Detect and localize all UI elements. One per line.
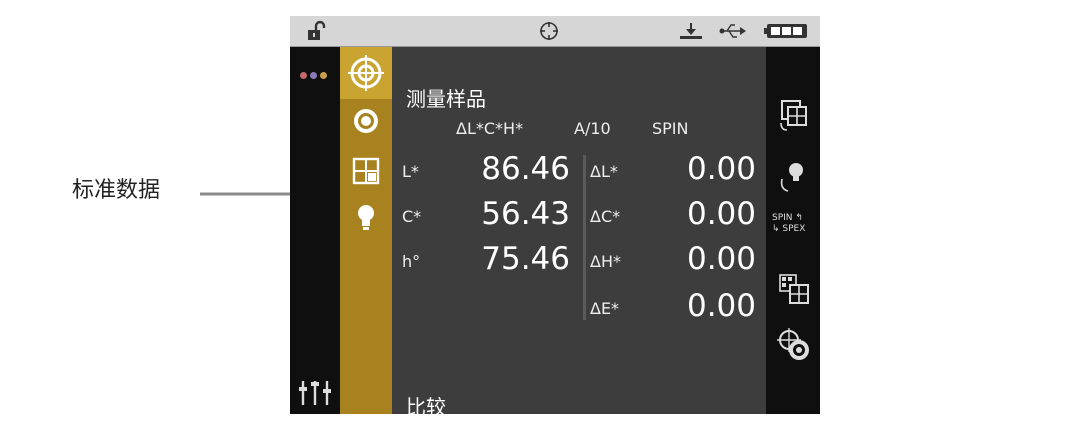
delta-value-h: 0.00 xyxy=(686,241,756,277)
standard-value-l: 86.46 xyxy=(481,151,570,187)
sidebar-item-grid[interactable] xyxy=(346,151,386,191)
page-title: 测量样品 xyxy=(406,87,486,111)
measurement-panel: 测量样品 ΔL*C*H* A/10 SPIN L* 86.46 C* 56.43… xyxy=(392,47,766,414)
status-bar xyxy=(290,16,820,47)
usb-icon[interactable] xyxy=(718,21,746,41)
callout-label: 标准数据 xyxy=(72,178,161,203)
standard-value-h: 75.46 xyxy=(481,241,570,277)
sidebar-item-bulb[interactable] xyxy=(346,198,386,238)
sidebar-item-ring[interactable] xyxy=(346,101,386,141)
ring-icon xyxy=(354,109,378,133)
observer-label[interactable]: A/10 xyxy=(574,119,611,138)
download-icon[interactable] xyxy=(678,21,704,41)
spin-label: SPIN xyxy=(772,213,793,223)
target-measure-icon xyxy=(348,55,384,91)
delta-label-h: ΔH* xyxy=(590,252,621,271)
battery-icon xyxy=(764,24,807,38)
spex-label: SPEX xyxy=(782,224,806,234)
device-screen: 测量样品 ΔL*C*H* A/10 SPIN L* 86.46 C* 56.43… xyxy=(290,16,820,414)
dots-menu-icon[interactable] xyxy=(298,71,332,81)
standard-value-c: 56.43 xyxy=(481,196,570,232)
delta-value-l: 0.00 xyxy=(686,151,756,187)
column-divider xyxy=(583,155,586,320)
standard-label-c: C* xyxy=(402,207,422,226)
right-rail: SPIN ↰ ↳ SPEX xyxy=(766,47,820,414)
grid-icon xyxy=(352,157,380,185)
compare-button[interactable]: 比较 xyxy=(406,391,446,414)
bulb-icon xyxy=(358,205,374,230)
delta-label-e: ΔE* xyxy=(590,299,620,318)
target-swap-icon[interactable] xyxy=(776,327,812,363)
standard-label-h: h° xyxy=(402,252,421,271)
delta-label-l: ΔL* xyxy=(590,162,618,181)
delta-value-c: 0.00 xyxy=(686,196,756,232)
sidebar-item-measure[interactable] xyxy=(340,47,392,99)
rotate-grid-icon[interactable] xyxy=(778,99,810,133)
unlock-icon[interactable] xyxy=(306,20,328,42)
delta-label-c: ΔC* xyxy=(590,207,621,226)
multi-grid-icon[interactable] xyxy=(778,273,810,307)
spec-mode-label[interactable]: SPIN xyxy=(652,119,689,138)
delta-value-e: 0.00 xyxy=(686,288,756,324)
spin-spex-toggle[interactable]: SPIN ↰ ↳ SPEX xyxy=(772,213,818,243)
target-icon[interactable] xyxy=(538,20,560,42)
sliders-icon[interactable] xyxy=(297,379,333,407)
color-mode-label[interactable]: ΔL*C*H* xyxy=(456,119,523,138)
rotate-bulb-icon[interactable] xyxy=(778,159,810,195)
left-rail xyxy=(290,47,340,414)
standard-label-l: L* xyxy=(402,162,419,181)
